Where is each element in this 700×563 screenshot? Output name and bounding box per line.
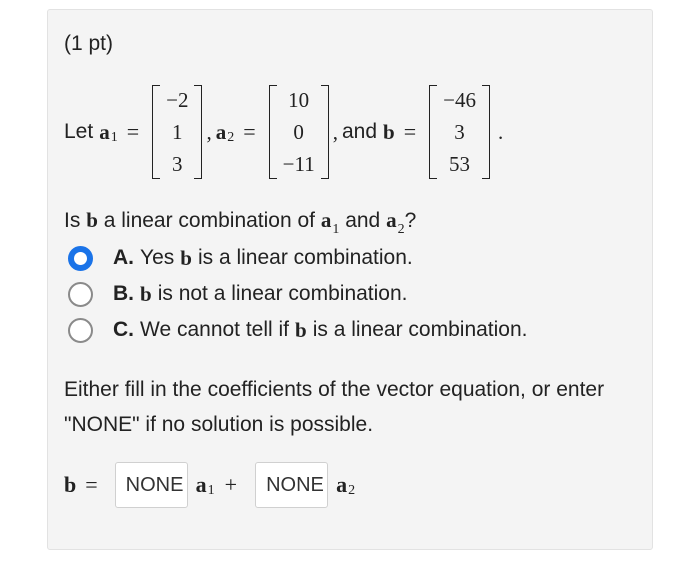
b-symbol: b (383, 119, 395, 144)
coefficient-2-input[interactable]: NONE (255, 462, 329, 508)
option-letter: A. (113, 246, 134, 269)
problem-card: (1 pt) Let a1 = −2 1 3 , a2 = 10 0 −11 ,… (47, 9, 653, 550)
vector-a1-entry: 3 (172, 152, 183, 176)
option-text: is not a linear combination. (157, 282, 408, 305)
coefficient-1-input[interactable]: NONE (114, 462, 188, 508)
option-text: is a linear combination. (312, 318, 528, 341)
comma: , (332, 119, 338, 144)
answer-options: A. Yes b is a linear combination. B. b i… (68, 240, 528, 348)
a2-subscript: 2 (397, 222, 405, 237)
option-text: We cannot tell if (140, 318, 290, 341)
b-symbol: b (64, 472, 77, 497)
question-and: and (345, 209, 381, 232)
option-text: is a linear combination. (197, 246, 413, 269)
a1-subscript: 1 (207, 483, 215, 498)
equals-sign: = (243, 119, 256, 144)
option-letter: B. (113, 282, 134, 305)
vector-a1-entry: 1 (172, 120, 183, 144)
vector-a2-entry: −11 (282, 152, 315, 176)
vector-a2: 10 0 −11 (267, 83, 331, 181)
a1-symbol: a (99, 119, 110, 144)
question-text: Is b a linear combination of a1 and a2? (64, 208, 417, 237)
b-symbol: b (86, 208, 98, 232)
vector-a1: −2 1 3 (150, 83, 204, 181)
vector-equation: b = NONE a1 + NONE a2 (64, 462, 355, 508)
a2-symbol: a (336, 472, 348, 497)
option-text: Yes (140, 246, 175, 269)
vector-a1-entry: −2 (166, 88, 189, 112)
instructions-text: Either fill in the coefficients of the v… (64, 378, 605, 436)
vector-a2-entry: 0 (293, 120, 304, 144)
b-symbol: b (295, 317, 307, 342)
vector-definitions: Let a1 = −2 1 3 , a2 = 10 0 −11 , and b … (64, 83, 503, 181)
radio-option-a[interactable] (68, 245, 93, 271)
equals-sign: = (403, 119, 417, 144)
vector-b-entry: −46 (443, 88, 476, 112)
vector-a2-entry: 10 (288, 88, 310, 112)
b-symbol: b (180, 245, 192, 270)
question-middle: a linear combination of (103, 209, 316, 232)
option-a[interactable]: A. Yes b is a linear combination. (68, 240, 528, 276)
equals-sign: = (126, 119, 140, 144)
period: . (497, 119, 504, 144)
a2-subscript: 2 (348, 483, 356, 498)
points-label: (1 pt) (64, 32, 114, 55)
a2-subscript: 2 (227, 130, 235, 145)
a1-subscript: 1 (110, 130, 118, 145)
plus-sign: + (224, 472, 238, 497)
let-label: Let (64, 120, 94, 143)
a2-symbol: a (386, 208, 397, 232)
vector-b-entry: 3 (454, 120, 465, 144)
vector-b-entry: 53 (449, 152, 471, 176)
vector-b: −46 3 53 (427, 83, 492, 181)
radio-option-b[interactable] (68, 281, 93, 307)
and-label: and (341, 120, 378, 143)
comma: , (206, 119, 212, 144)
a1-symbol: a (195, 472, 207, 497)
equals-sign: = (85, 472, 98, 497)
option-b[interactable]: B. b is not a linear combination. (68, 276, 528, 312)
option-letter: C. (113, 318, 134, 341)
option-c[interactable]: C. We cannot tell if b is a linear combi… (68, 312, 528, 348)
radio-option-c[interactable] (68, 317, 93, 343)
a1-symbol: a (320, 208, 332, 232)
a1-subscript: 1 (332, 222, 340, 237)
a2-symbol: a (215, 119, 227, 144)
question-prefix: Is (64, 209, 81, 232)
b-symbol: b (140, 281, 152, 306)
question-mark: ? (404, 209, 417, 232)
